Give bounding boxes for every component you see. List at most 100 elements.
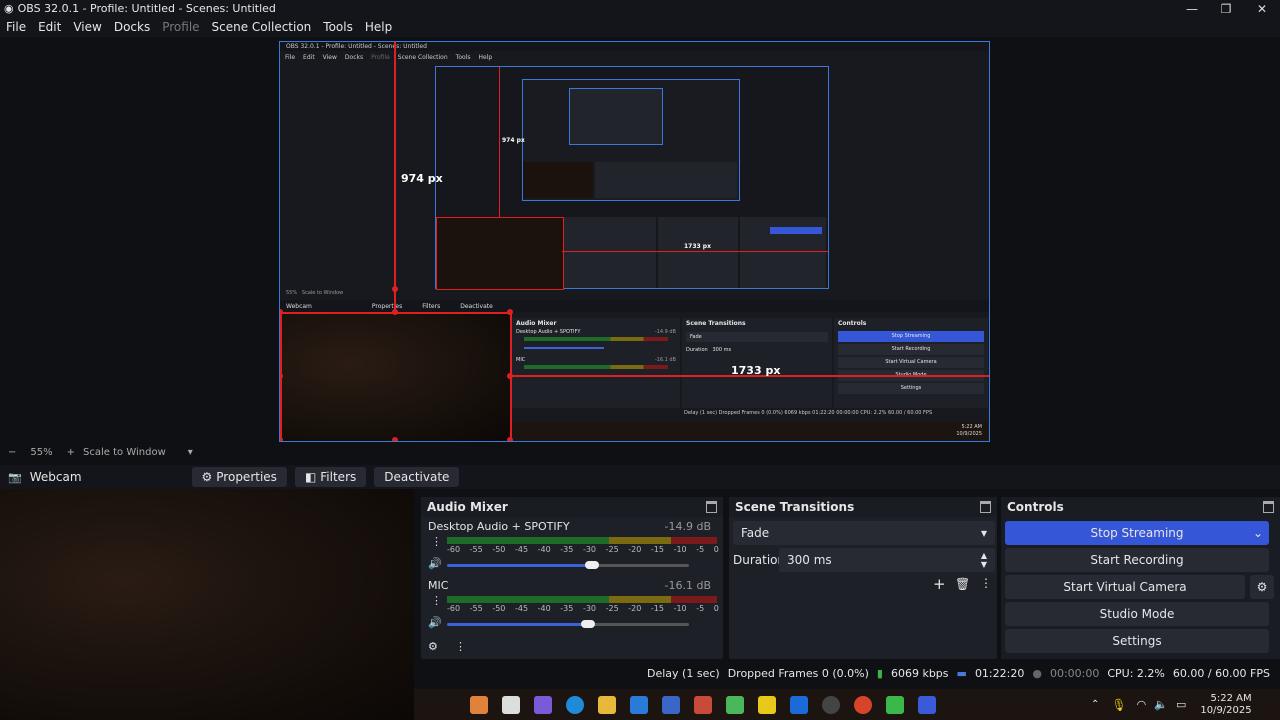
clock-time: 5:22 AM xyxy=(1210,692,1252,704)
kebab-menu-icon[interactable]: ⋮ xyxy=(431,594,442,607)
selected-source-outline[interactable] xyxy=(280,312,512,441)
volume-icon[interactable]: 🔈 xyxy=(1154,698,1168,711)
source-name: Webcam xyxy=(29,470,82,484)
volume-slider-knob[interactable] xyxy=(581,620,595,628)
store-icon[interactable] xyxy=(630,695,648,714)
settings-button[interactable]: Settings xyxy=(1005,629,1269,653)
virtual-camera-settings-icon[interactable]: ⚙ xyxy=(1250,575,1274,599)
undock-icon[interactable] xyxy=(980,501,991,513)
add-transition-icon[interactable]: + xyxy=(933,575,946,593)
nested-webcam-3 xyxy=(523,162,593,198)
menu-view[interactable]: View xyxy=(67,20,107,34)
clock[interactable]: 5:22 AM 10/9/2025 xyxy=(1200,693,1251,717)
scene-transitions-dock: Scene Transitions Fade ▾ Duration 300 ms… xyxy=(729,497,997,659)
duration-spinbox[interactable]: 300 ms ▲ ▼ xyxy=(779,548,995,572)
inner-menu-item: View xyxy=(322,53,337,61)
inner-menu-item: Docks xyxy=(344,53,364,61)
task-view-icon[interactable] xyxy=(502,695,520,714)
duration-label: Duration xyxy=(733,553,786,567)
mixer-menu-icon[interactable]: ⋮ xyxy=(455,640,466,653)
channel-db: -16.1 dB xyxy=(664,579,712,592)
minimize-button[interactable]: — xyxy=(1177,0,1207,17)
transition-menu-icon[interactable]: ⋮ xyxy=(980,576,992,590)
menu-profile[interactable]: Profile xyxy=(156,20,205,34)
audio-mixer-dock: Audio Mixer Desktop Audio + SPOTIFY -14.… xyxy=(421,497,723,659)
deactivate-button[interactable]: Deactivate xyxy=(374,467,460,487)
scene-transitions-header: Scene Transitions xyxy=(729,497,997,517)
inner-source-bar: Webcam Properties Filters Deactivate xyxy=(280,300,989,312)
app-icon[interactable] xyxy=(470,695,488,714)
volume-slider-fill xyxy=(447,623,585,626)
gear-icon: ⚙ xyxy=(201,470,213,484)
controls-title: Controls xyxy=(1007,500,1064,514)
height-guide-line xyxy=(394,42,396,310)
edge-icon[interactable] xyxy=(566,695,584,714)
ex-app-icon[interactable] xyxy=(758,695,776,714)
stream-icon: ▬ xyxy=(956,666,967,680)
stream-time: 01:22:20 xyxy=(974,666,1025,680)
chevron-up-icon[interactable]: ⌃ xyxy=(1091,699,1099,710)
inner-menu-item: Profile xyxy=(371,53,390,61)
zoom-value: 55% xyxy=(30,446,53,458)
start-virtual-camera-button[interactable]: Start Virtual Camera xyxy=(1005,575,1245,599)
monitor-app-icon[interactable] xyxy=(918,695,936,714)
spin-arrows-icon[interactable]: ▲ ▼ xyxy=(981,551,987,569)
transition-select[interactable]: Fade ▾ xyxy=(733,521,995,545)
nested-width-label: 1733 px xyxy=(684,243,711,250)
menu-docks[interactable]: Docks xyxy=(108,20,156,34)
chart-app-icon[interactable] xyxy=(726,695,744,714)
meter-ticks: -60 -55 -50 -45 -40 -35 -30 -25 -20 -15 -10 -5 0 xyxy=(447,604,719,613)
filters-button[interactable]: ◧ Filters xyxy=(294,467,367,487)
speaker-icon[interactable]: 🔊 xyxy=(428,616,442,629)
filter-icon: ◧ xyxy=(304,470,317,484)
undock-icon[interactable] xyxy=(1263,501,1274,513)
kebab-menu-icon[interactable]: ⋮ xyxy=(431,535,442,548)
chevron-down-icon[interactable]: ▾ xyxy=(188,447,193,458)
inner-controls: Controls Stop Streaming Start Recording … xyxy=(834,318,988,408)
zoom-out-button[interactable]: − xyxy=(8,447,16,458)
docs-icon[interactable] xyxy=(662,695,680,714)
chevron-down-icon[interactable]: ⌄ xyxy=(1253,526,1263,540)
menu-file[interactable]: File xyxy=(0,20,32,34)
mic-icon[interactable]: 🎙 xyxy=(1111,698,1126,712)
window-title: OBS 32.0.1 - Profile: Untitled - Scenes:… xyxy=(17,2,276,15)
battery-icon[interactable]: ▭ xyxy=(1176,698,1186,711)
obs-icon[interactable] xyxy=(822,695,840,714)
inner-menu-item: Help xyxy=(478,53,493,61)
start-recording-button[interactable]: Start Recording xyxy=(1005,548,1269,572)
close-button[interactable]: ✕ xyxy=(1247,0,1277,17)
nested-preview-level-2: 974 px 1733 px xyxy=(435,66,829,290)
menu-help[interactable]: Help xyxy=(359,20,398,34)
advanced-audio-icon[interactable]: ⚙ xyxy=(428,640,438,653)
speaker-icon[interactable]: 🔊 xyxy=(428,557,442,570)
undock-icon[interactable] xyxy=(706,501,717,513)
chrome-icon[interactable] xyxy=(854,695,872,714)
copilot-icon[interactable] xyxy=(534,695,552,714)
zoom-bar: − 55% + Scale to Window ▾ xyxy=(0,443,1280,461)
inner-audio-mixer: Audio Mixer Desktop Audio + SPOTIFY -14.9… xyxy=(512,318,680,408)
volume-slider-knob[interactable] xyxy=(585,561,599,569)
inner-scene-transitions: Scene Transitions Fade Duration 300 ms xyxy=(682,318,832,408)
menu-tools[interactable]: Tools xyxy=(317,20,359,34)
nested-height-label: 974 px xyxy=(502,137,525,144)
outlook-icon[interactable] xyxy=(790,695,808,714)
preview-canvas[interactable]: OBS 32.0.1 - Profile: Untitled - Scenes:… xyxy=(279,41,990,442)
stop-streaming-button[interactable]: Stop Streaming ⌄ xyxy=(1005,521,1269,545)
zoom-in-button[interactable]: + xyxy=(67,447,75,458)
menu-edit[interactable]: Edit xyxy=(32,20,67,34)
height-measure-label: 974 px xyxy=(401,172,443,185)
trash-icon[interactable]: 🗑 xyxy=(955,577,970,591)
properties-button[interactable]: ⚙ Properties xyxy=(191,467,287,487)
grid-app-icon[interactable] xyxy=(694,695,712,714)
maximize-button[interactable]: ❐ xyxy=(1211,0,1241,17)
folder-icon[interactable] xyxy=(598,695,616,714)
filters-label: Filters xyxy=(320,470,357,484)
studio-mode-button[interactable]: Studio Mode xyxy=(1005,602,1269,626)
scene-transitions-title: Scene Transitions xyxy=(735,500,855,514)
cpu-usage: CPU: 2.2% xyxy=(1107,666,1165,680)
clock-date: 10/9/2025 xyxy=(1200,704,1252,716)
play-app-icon[interactable] xyxy=(886,695,904,714)
menu-scene-collection[interactable]: Scene Collection xyxy=(206,20,318,34)
nested-preview-level-4 xyxy=(569,88,663,145)
wifi-icon[interactable]: ◠ xyxy=(1137,698,1147,711)
